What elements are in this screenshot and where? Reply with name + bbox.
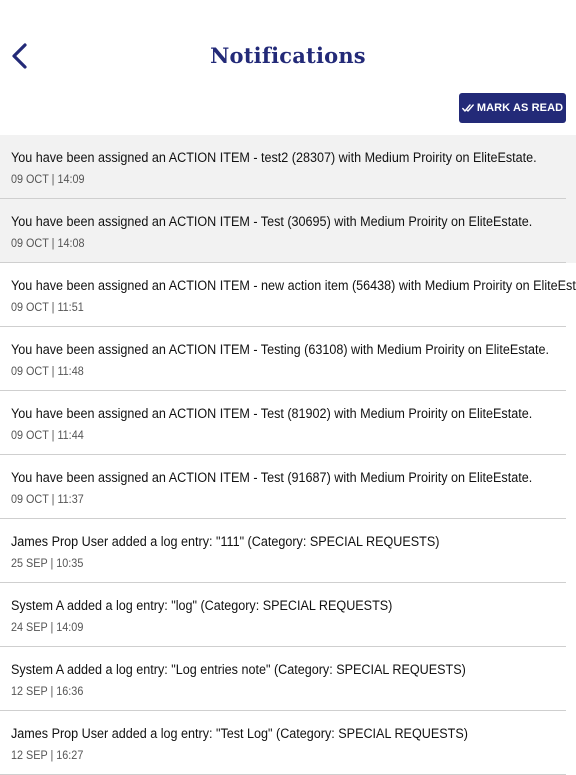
notification-message: You have been assigned an ACTION ITEM - … [11, 150, 537, 165]
notification-item[interactable]: James Prop User added a log entry: "111"… [0, 519, 576, 583]
notification-timestamp: 25 SEP | 10:35 [11, 558, 84, 570]
notification-item[interactable]: You have been assigned an ACTION ITEM - … [0, 135, 576, 199]
notification-item[interactable]: James Prop User added a log entry: "Test… [0, 711, 576, 775]
notification-timestamp: 09 OCT | 11:37 [11, 494, 84, 506]
notification-timestamp: 12 SEP | 16:27 [11, 750, 84, 762]
notification-message: You have been assigned an ACTION ITEM - … [11, 278, 576, 293]
notification-timestamp: 09 OCT | 11:44 [11, 430, 84, 442]
notification-message: James Prop User added a log entry: "Test… [11, 726, 468, 741]
notification-message: You have been assigned an ACTION ITEM - … [11, 470, 533, 485]
notification-item[interactable]: System A added a log entry: "Log entries… [0, 647, 576, 711]
mark-as-read-button[interactable]: MARK AS READ [459, 93, 566, 123]
notification-list: You have been assigned an ACTION ITEM - … [0, 135, 576, 775]
notification-item[interactable]: You have been assigned an ACTION ITEM - … [0, 199, 576, 263]
notification-timestamp: 09 OCT | 11:48 [11, 366, 84, 378]
notification-message: You have been assigned an ACTION ITEM - … [11, 406, 533, 421]
notification-item[interactable]: You have been assigned an ACTION ITEM - … [0, 263, 576, 327]
notification-item[interactable]: You have been assigned an ACTION ITEM - … [0, 455, 576, 519]
notification-timestamp: 12 SEP | 16:36 [11, 686, 84, 698]
notification-item[interactable]: System A added a log entry: "log" (Categ… [0, 583, 576, 647]
notification-message: James Prop User added a log entry: "111"… [11, 534, 440, 549]
notification-message: You have been assigned an ACTION ITEM - … [11, 342, 550, 357]
notification-timestamp: 24 SEP | 14:09 [11, 622, 84, 634]
page-title: Notifications [210, 43, 366, 68]
notification-item[interactable]: You have been assigned an ACTION ITEM - … [0, 391, 576, 455]
notification-message: System A added a log entry: "Log entries… [11, 662, 466, 677]
notification-item[interactable]: You have been assigned an ACTION ITEM - … [0, 327, 576, 391]
mark-as-read-label: MARK AS READ [476, 102, 564, 114]
notification-timestamp: 09 OCT | 14:09 [11, 174, 85, 186]
notification-timestamp: 09 OCT | 11:51 [11, 302, 84, 314]
notification-message: You have been assigned an ACTION ITEM - … [11, 214, 533, 229]
header: Notifications MARK AS READ [0, 0, 576, 123]
notification-message: System A added a log entry: "log" (Categ… [11, 598, 393, 613]
double-check-icon [461, 104, 474, 112]
notification-timestamp: 09 OCT | 14:08 [11, 238, 85, 250]
